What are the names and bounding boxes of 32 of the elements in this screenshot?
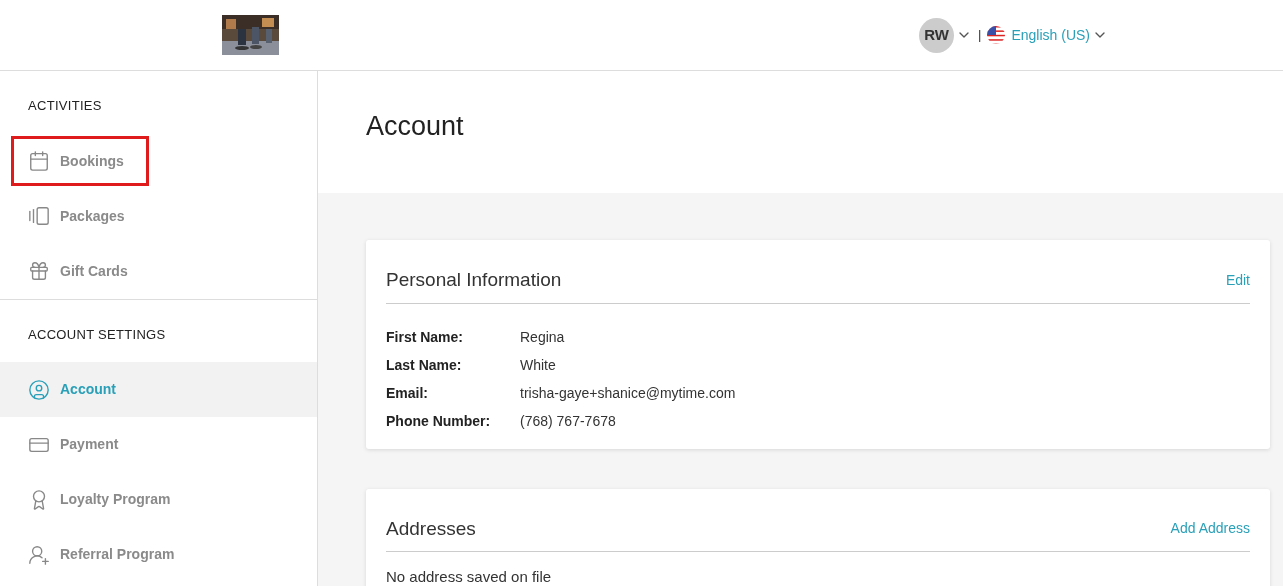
sidebar-item[interactable]: Referral Program	[0, 527, 317, 582]
sidebar-item[interactable]: Payment	[0, 417, 317, 472]
separator: |	[978, 26, 982, 45]
cards-icon	[28, 205, 50, 227]
field-value: (768) 767-7678	[520, 412, 616, 429]
page-title: Account	[366, 109, 464, 143]
empty-message: No address saved on file	[386, 567, 553, 586]
gift-icon	[28, 260, 50, 282]
sidebar-item[interactable]: Loyalty Program	[0, 472, 317, 527]
field-label: Last Name:	[386, 356, 463, 373]
field-value: White	[520, 356, 556, 373]
user-avatar[interactable]: RW	[919, 17, 954, 53]
calendar-icon	[28, 150, 50, 172]
card-title: Personal Information	[386, 268, 562, 292]
field-value: Regina	[520, 328, 565, 345]
card-title: Addresses	[386, 516, 476, 541]
language-selector[interactable]: English (US)	[1011, 24, 1090, 46]
flag-icon	[987, 26, 1006, 44]
sidebar-item[interactable]: Packages	[0, 188, 317, 244]
user-plus-icon	[28, 543, 50, 566]
field-label: Email:	[386, 384, 429, 401]
sidebar-item[interactable]: Gift Cards	[0, 243, 317, 299]
user-icon	[28, 378, 50, 401]
card-action-link[interactable]: Add Address	[1170, 518, 1250, 540]
field-value: trisha-gaye+shanice@mytime.com	[520, 384, 736, 401]
card-action-link[interactable]: Edit	[1225, 269, 1250, 291]
section-heading: ACCOUNT SETTINGS	[27, 325, 167, 344]
sidebar-item[interactable]: Account	[0, 362, 317, 417]
field-label: Phone Number:	[386, 412, 492, 429]
sidebar-item[interactable]: Bookings	[0, 133, 317, 189]
field-label: First Name:	[386, 328, 465, 345]
section-heading: ACTIVITIES	[27, 97, 103, 115]
